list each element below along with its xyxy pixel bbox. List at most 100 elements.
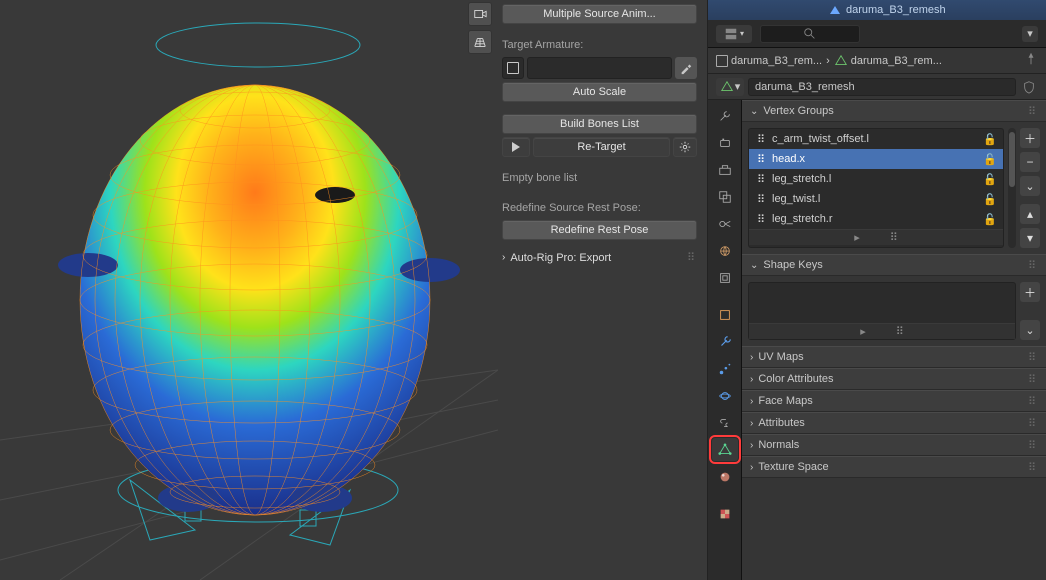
drag-handle-icon[interactable]: ⠿ <box>1028 461 1038 474</box>
drag-handle-icon[interactable]: ⠿ <box>1028 259 1038 272</box>
tab-world[interactable] <box>712 239 738 262</box>
outliner-search[interactable] <box>760 25 860 43</box>
button-label: Re-Target <box>577 141 625 153</box>
tab-texture[interactable] <box>712 502 738 525</box>
drag-handle-icon[interactable]: ⠿ <box>1028 439 1038 452</box>
drag-handle-icon[interactable]: ⠿ <box>687 251 697 264</box>
tab-constraints[interactable] <box>712 411 738 434</box>
outliner-row[interactable]: daruma_B3_remesh <box>708 0 1046 20</box>
chevron-right-icon: › <box>750 418 753 429</box>
shape-keys-header[interactable]: ⌄ Shape Keys ⠿ <box>742 254 1046 276</box>
export-panel-header[interactable]: › Auto-Rig Pro: Export ⠿ <box>502 251 697 264</box>
tab-particles[interactable] <box>712 357 738 380</box>
play-retarget-button[interactable] <box>502 137 530 157</box>
editor-type-selector[interactable]: ▾ <box>716 25 752 43</box>
fake-user-icon[interactable] <box>1020 78 1038 96</box>
tab-tool[interactable] <box>712 104 738 127</box>
tab-output[interactable] <box>712 158 738 181</box>
drag-handle-icon[interactable]: ⠿ <box>1028 395 1038 408</box>
tab-physics[interactable] <box>712 384 738 407</box>
tab-object[interactable] <box>712 303 738 326</box>
shape-keys-list[interactable]: ▸⠿ <box>748 282 1016 340</box>
mesh-data-icon <box>720 80 734 94</box>
add-button[interactable]: ＋ <box>1020 282 1040 302</box>
tab-material[interactable] <box>712 465 738 488</box>
lock-icon[interactable]: 🔓 <box>983 173 997 186</box>
attributes-header[interactable]: ›Attributes⠿ <box>742 412 1046 434</box>
play-icon[interactable]: ▸ <box>860 325 866 338</box>
breadcrumb-label: daruma_B3_rem... <box>851 55 942 67</box>
tab-viewlayer[interactable] <box>712 185 738 208</box>
lock-icon[interactable]: 🔓 <box>983 193 997 206</box>
vertex-groups-header[interactable]: ⌄ Vertex Groups ⠿ <box>742 100 1046 122</box>
face-maps-header[interactable]: ›Face Maps⠿ <box>742 390 1046 412</box>
panel-title: Shape Keys <box>763 259 822 271</box>
pin-icon[interactable] <box>1024 52 1038 69</box>
datablock-name-row: ▾ daruma_B3_remesh <box>708 74 1046 100</box>
breadcrumb-mesh[interactable]: daruma_B3_rem... <box>834 54 942 68</box>
group-icon: ⠿ <box>755 153 767 166</box>
viewport-3d[interactable] <box>0 0 498 580</box>
vertex-group-item[interactable]: ⠿leg_stretch.r🔓 <box>749 209 1003 229</box>
search-icon <box>803 27 817 41</box>
lock-icon[interactable]: 🔓 <box>983 133 997 146</box>
drag-handle-icon[interactable]: ⠿ <box>1028 105 1038 118</box>
filter-options-button[interactable]: ▾ <box>1022 26 1038 42</box>
outliner-object-name[interactable]: daruma_B3_remesh <box>846 4 946 16</box>
drag-handle-icon[interactable]: ⠿ <box>1028 351 1038 364</box>
target-armature-label: Target Armature: <box>502 36 697 54</box>
specials-menu-button[interactable]: ⌄ <box>1020 320 1040 340</box>
tab-render[interactable] <box>712 131 738 154</box>
retarget-settings-button[interactable] <box>673 137 697 157</box>
chevron-right-icon: › <box>750 462 753 473</box>
tab-modifiers[interactable] <box>712 330 738 353</box>
properties-region: daruma_B3_remesh ▾ ▾ daruma_B3_rem... › … <box>708 0 1046 580</box>
build-bones-button[interactable]: Build Bones List <box>502 114 697 134</box>
group-icon: ⠿ <box>755 173 767 186</box>
auto-scale-button[interactable]: Auto Scale <box>502 82 697 102</box>
move-up-button[interactable]: ▴ <box>1020 204 1040 224</box>
tab-mesh-data[interactable] <box>712 438 738 461</box>
move-down-button[interactable]: ▾ <box>1020 228 1040 248</box>
target-armature-input[interactable] <box>527 57 672 79</box>
tab-collection[interactable] <box>712 266 738 289</box>
drag-handle-icon[interactable]: ⠿ <box>890 231 898 244</box>
drag-handle-icon[interactable]: ⠿ <box>896 325 904 338</box>
button-label: Build Bones List <box>560 118 639 130</box>
multi-source-anim-button[interactable]: Multiple Source Anim... <box>502 4 697 24</box>
redefine-rest-pose-button[interactable]: Redefine Rest Pose <box>502 220 697 240</box>
breadcrumb-object[interactable]: daruma_B3_rem... <box>716 55 822 67</box>
texture-space-header[interactable]: › Texture Space ⠿ <box>742 456 1046 478</box>
vertex-groups-list[interactable]: ⠿c_arm_twist_offset.l🔓 ⠿head.x🔓 ⠿leg_str… <box>748 128 1004 248</box>
properties-icon <box>724 27 738 41</box>
list-footer: ▸⠿ <box>749 323 1015 339</box>
chevron-right-icon: › <box>750 352 753 363</box>
lock-icon[interactable]: 🔓 <box>983 153 997 166</box>
specials-menu-button[interactable]: ⌄ <box>1020 176 1040 196</box>
color-attributes-header[interactable]: ›Color Attributes⠿ <box>742 368 1046 390</box>
play-icon[interactable]: ▸ <box>854 231 860 244</box>
tab-scene[interactable] <box>712 212 738 235</box>
drag-handle-icon[interactable]: ⠿ <box>1028 417 1038 430</box>
perspective-grid-icon[interactable] <box>468 30 492 54</box>
vertex-group-item[interactable]: ⠿leg_twist.l🔓 <box>749 189 1003 209</box>
remove-button[interactable]: − <box>1020 152 1040 172</box>
list-scrollbar[interactable] <box>1008 128 1016 248</box>
drag-handle-icon[interactable]: ⠿ <box>1028 373 1038 386</box>
lock-icon[interactable]: 🔓 <box>983 213 997 226</box>
add-button[interactable]: ＋ <box>1020 128 1040 148</box>
mesh-browse-button[interactable]: ▾ <box>716 78 744 96</box>
vertex-group-item[interactable]: ⠿c_arm_twist_offset.l🔓 <box>749 129 1003 149</box>
button-label: Auto Scale <box>573 86 626 98</box>
mesh-name-input[interactable]: daruma_B3_remesh <box>748 78 1016 96</box>
camera-to-view-icon[interactable] <box>468 2 492 26</box>
vertex-group-item[interactable]: ⠿head.x🔓 <box>749 149 1003 169</box>
retarget-button[interactable]: Re-Target <box>533 137 670 157</box>
uv-maps-header[interactable]: ›UV Maps⠿ <box>742 346 1046 368</box>
vertex-group-item[interactable]: ⠿leg_stretch.l🔓 <box>749 169 1003 189</box>
redefine-source-label: Redefine Source Rest Pose: <box>502 199 697 217</box>
button-label: Redefine Rest Pose <box>551 224 649 236</box>
normals-header[interactable]: ›Normals⠿ <box>742 434 1046 456</box>
panel-title: Texture Space <box>758 461 828 473</box>
eyedropper-icon[interactable] <box>675 57 697 79</box>
